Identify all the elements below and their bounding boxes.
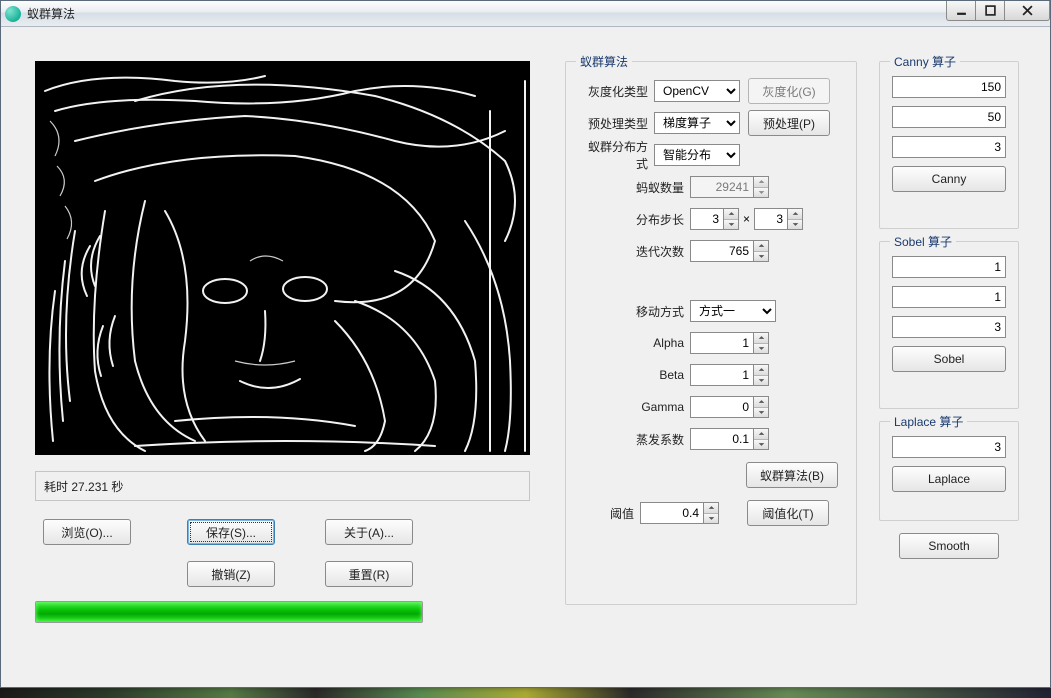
ant-count-label: 蚂蚁数量	[578, 179, 690, 196]
move-mode-select[interactable]: 方式一	[690, 300, 776, 322]
about-button[interactable]: 关于(A)...	[325, 519, 413, 545]
progress-fill	[36, 602, 422, 622]
ant-colony-legend: 蚁群算法	[576, 53, 632, 70]
window-title: 蚁群算法	[27, 5, 75, 22]
threshold-label: 阈值	[578, 505, 640, 522]
times-symbol: ×	[743, 212, 750, 226]
step-y-spinner[interactable]	[788, 208, 803, 230]
image-display	[35, 61, 530, 455]
reset-button[interactable]: 重置(R)	[325, 561, 413, 587]
gamma-spinner[interactable]	[754, 396, 769, 418]
laplace-button[interactable]: Laplace	[892, 466, 1006, 492]
laplace-param1-input[interactable]	[892, 436, 1006, 458]
progress-bar	[35, 601, 423, 623]
preprocess-type-select[interactable]: 梯度算子	[654, 112, 740, 134]
sobel-param1-input[interactable]	[892, 256, 1006, 278]
canny-param2-input[interactable]	[892, 106, 1006, 128]
threshold-spinner[interactable]	[704, 502, 719, 524]
canny-param3-input[interactable]	[892, 136, 1006, 158]
canny-param1-input[interactable]	[892, 76, 1006, 98]
status-text: 耗时 27.231 秒	[35, 471, 530, 501]
step-y-input[interactable]	[754, 208, 788, 230]
app-icon	[5, 6, 21, 22]
iteration-label: 迭代次数	[578, 243, 690, 260]
threshold-input[interactable]	[640, 502, 704, 524]
step-x-input[interactable]	[690, 208, 724, 230]
run-ant-button[interactable]: 蚁群算法(B)	[746, 462, 838, 488]
beta-spinner[interactable]	[754, 364, 769, 386]
iteration-spinner[interactable]	[754, 240, 769, 262]
alpha-label: Alpha	[578, 336, 690, 350]
distribution-select[interactable]: 智能分布	[654, 144, 740, 166]
sobel-legend: Sobel 算子	[890, 233, 956, 250]
minimize-button[interactable]	[946, 1, 976, 21]
edge-image	[35, 61, 530, 455]
iteration-input[interactable]	[690, 240, 754, 262]
sobel-group: Sobel 算子 Sobel	[879, 241, 1019, 409]
laplace-group: Laplace 算子 Laplace	[879, 421, 1019, 521]
evap-spinner[interactable]	[754, 428, 769, 450]
distribution-label: 蚁群分布方式	[578, 138, 654, 172]
client-area: 耗时 27.231 秒 浏览(O)... 保存(S)... 关于(A)... 撤…	[1, 27, 1050, 687]
canny-group: Canny 算子 Canny	[879, 61, 1019, 229]
beta-input[interactable]	[690, 364, 754, 386]
gray-button[interactable]: 灰度化(G)	[748, 78, 830, 104]
preprocess-button[interactable]: 预处理(P)	[748, 110, 830, 136]
alpha-spinner[interactable]	[754, 332, 769, 354]
browse-button[interactable]: 浏览(O)...	[43, 519, 131, 545]
laplace-legend: Laplace 算子	[890, 413, 967, 430]
save-button[interactable]: 保存(S)...	[187, 519, 275, 545]
step-x-spinner[interactable]	[724, 208, 739, 230]
threshold-button[interactable]: 阈值化(T)	[747, 500, 829, 526]
undo-button[interactable]: 撤销(Z)	[187, 561, 275, 587]
maximize-button[interactable]	[975, 1, 1005, 21]
ant-colony-group: 蚁群算法 灰度化类型 OpenCV 灰度化(G) 预处理类型 梯度算子 预处理(…	[565, 61, 857, 605]
evap-label: 蒸发系数	[578, 431, 690, 448]
gamma-label: Gamma	[578, 400, 690, 414]
sobel-param3-input[interactable]	[892, 316, 1006, 338]
title-bar[interactable]: 蚁群算法	[1, 1, 1050, 27]
evap-input[interactable]	[690, 428, 754, 450]
canny-legend: Canny 算子	[890, 53, 960, 70]
app-window: 蚁群算法	[0, 0, 1051, 688]
beta-label: Beta	[578, 368, 690, 382]
gray-type-label: 灰度化类型	[578, 83, 654, 100]
smooth-button[interactable]: Smooth	[899, 533, 999, 559]
sobel-button[interactable]: Sobel	[892, 346, 1006, 372]
ant-count-spinner[interactable]	[754, 176, 769, 198]
close-button[interactable]	[1004, 1, 1050, 21]
sobel-param2-input[interactable]	[892, 286, 1006, 308]
ant-count-input	[690, 176, 754, 198]
preprocess-type-label: 预处理类型	[578, 115, 654, 132]
alpha-input[interactable]	[690, 332, 754, 354]
gamma-input[interactable]	[690, 396, 754, 418]
canny-button[interactable]: Canny	[892, 166, 1006, 192]
gray-type-select[interactable]: OpenCV	[654, 80, 740, 102]
step-label: 分布步长	[578, 211, 690, 228]
move-mode-label: 移动方式	[578, 303, 690, 320]
